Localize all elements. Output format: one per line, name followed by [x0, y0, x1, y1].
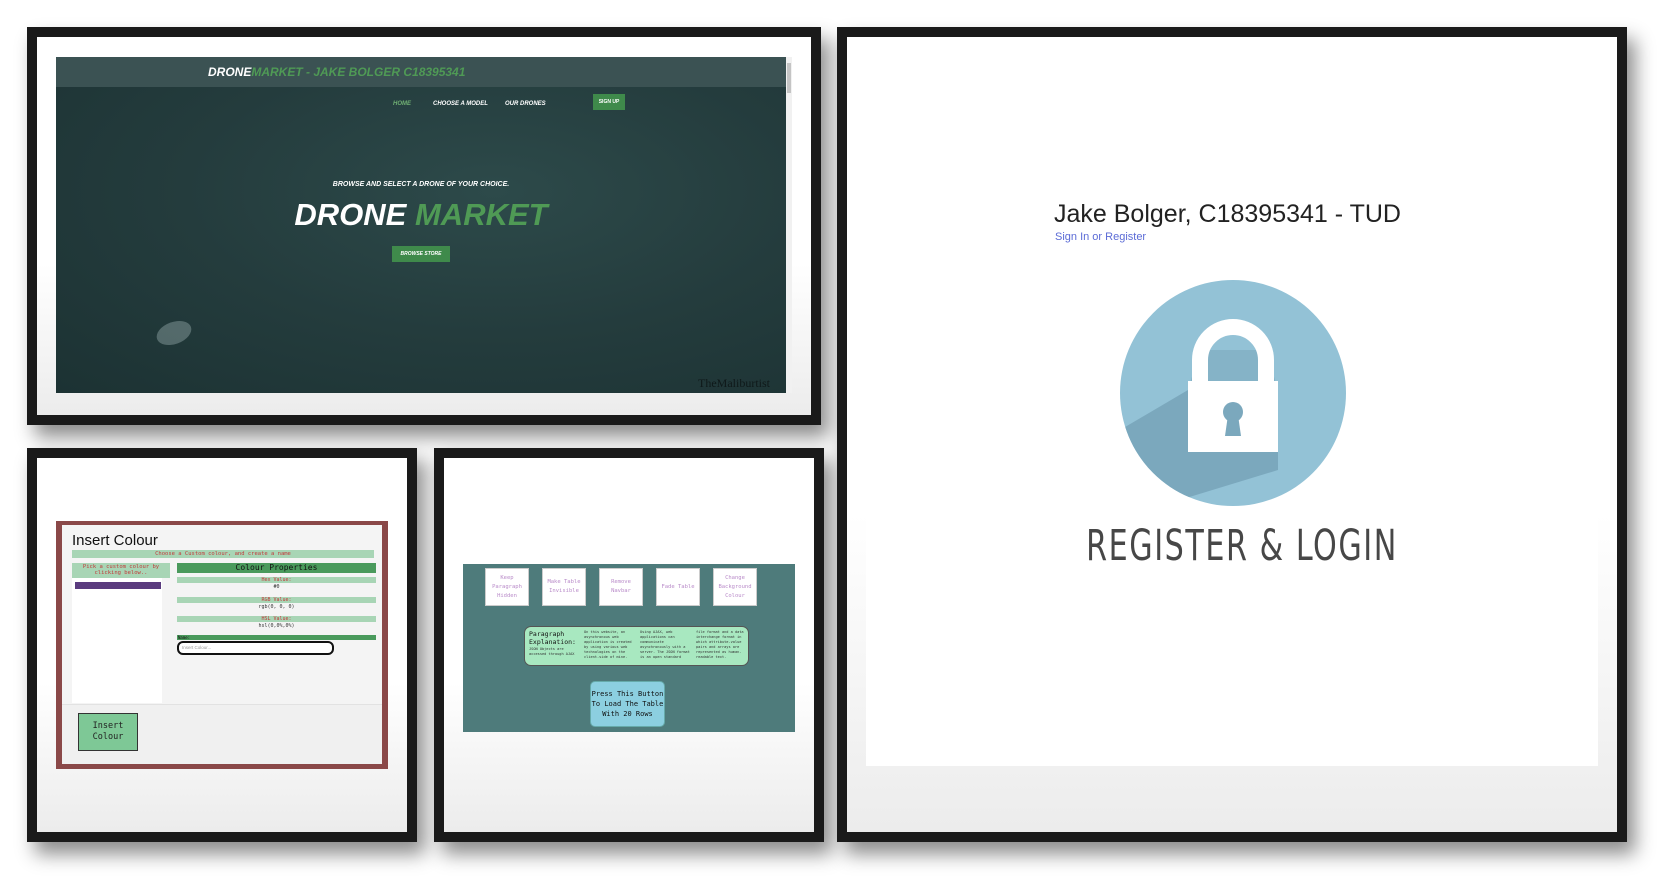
paragraph-col-1: JSON Objects are accessed through AJAX — [529, 647, 575, 656]
insert-colour-form: Insert Colour Choose a Custom colour, an… — [56, 521, 388, 769]
fade-table-button[interactable]: Fade Table — [656, 568, 700, 606]
change-background-colour-button[interactable]: Change Background Colour — [713, 568, 757, 606]
insert-colour-panel: Insert Colour Choose a Custom colour, an… — [62, 525, 382, 764]
scrollbar-thumb[interactable] — [787, 63, 791, 93]
paragraph-col-3: Using AJAX, web applications can communi… — [640, 630, 690, 659]
sign-in-register-link[interactable]: Sign In or Register — [1055, 231, 1146, 243]
load-table-button[interactable]: Press This Button To Load The Table With… — [590, 681, 665, 727]
drone-market-frame: DRONEMARKET - JAKE BOLGER C18395341 HOME… — [27, 27, 821, 425]
page-title: Jake Bolger, C18395341 - TUD — [1054, 200, 1401, 228]
register-login-frame: Jake Bolger, C18395341 - TUD Sign In or … — [837, 27, 1627, 842]
form-footer: Insert Colour — [62, 704, 382, 764]
colour-name-input[interactable]: Insert Colour... — [177, 641, 334, 655]
signup-button[interactable]: SIGN UP — [593, 94, 625, 110]
hero-title-white: DRONE — [294, 197, 407, 232]
pick-colour-instruction: Pick a custom colour by clicking below.. — [72, 563, 170, 578]
table-controls-area: Keep Paragraph Hidden Make Table Invisib… — [463, 564, 795, 732]
keep-paragraph-hidden-button[interactable]: Keep Paragraph Hidden — [485, 568, 529, 606]
insert-colour-button[interactable]: Insert Colour — [78, 713, 138, 751]
paragraph-col-2: On this website, an asynchronous web app… — [584, 630, 632, 659]
colour-picker-column: Pick a custom colour by clicking below.. — [72, 563, 170, 703]
register-login-caption: REGISTER & LOGIN — [1086, 521, 1398, 571]
paragraph-explanation: Paragraph Explanation: JSON Objects are … — [524, 626, 749, 666]
table-controls-frame: Keep Paragraph Hidden Make Table Invisib… — [434, 448, 824, 842]
hex-value: #0 — [273, 584, 280, 590]
browse-store-button[interactable]: BROWSE STORE — [392, 246, 450, 262]
colour-picker-swatch[interactable] — [75, 582, 161, 589]
paragraph-title: Paragraph Explanation: — [529, 630, 576, 646]
brand-green: MARKET - JAKE BOLGER C18395341 — [251, 65, 466, 79]
surfer-image — [153, 316, 195, 350]
make-table-invisible-button[interactable]: Make Table Invisible — [542, 568, 586, 606]
drone-market-screen: DRONEMARKET - JAKE BOLGER C18395341 HOME… — [37, 37, 811, 415]
hero-tagline: BROWSE AND SELECT A DRONE OF YOUR CHOICE… — [332, 181, 510, 188]
nav-home[interactable]: HOME — [393, 101, 411, 107]
brand-white: DRONE — [208, 65, 252, 79]
table-controls-screen: Keep Paragraph Hidden Make Table Invisib… — [444, 458, 814, 832]
colour-properties-header: Colour Properties — [177, 563, 376, 573]
insert-colour-subtitle: Choose a Custom colour, and create a nam… — [72, 550, 374, 558]
nav-our-drones[interactable]: OUR DRONES — [505, 101, 546, 107]
name-label: Name: — [177, 635, 376, 640]
padlock-icon — [1120, 280, 1346, 506]
insert-colour-screen: Insert Colour Choose a Custom colour, an… — [37, 458, 407, 832]
register-login-page: Jake Bolger, C18395341 - TUD Sign In or … — [866, 37, 1598, 766]
hsl-value: hsl(0,0%,0%) — [258, 623, 295, 629]
page-scrollbar[interactable] — [786, 57, 792, 393]
register-login-screen: Jake Bolger, C18395341 - TUD Sign In or … — [847, 37, 1617, 832]
watermark: TheMaliburtist — [698, 376, 770, 390]
rgb-value: rgb(0, 0, 0) — [258, 604, 295, 610]
hero-title-green: MARKET — [414, 197, 548, 232]
brand-logo[interactable]: DRONEMARKET - JAKE BOLGER C18395341 — [208, 65, 465, 79]
remove-navbar-button[interactable]: Remove Navbar — [599, 568, 643, 606]
drone-market-site: DRONEMARKET - JAKE BOLGER C18395341 HOME… — [56, 57, 786, 393]
insert-colour-frame: Insert Colour Choose a Custom colour, an… — [27, 448, 417, 842]
insert-colour-title: Insert Colour — [72, 532, 158, 549]
paragraph-col-4: file format and a data interchange forma… — [696, 630, 744, 659]
hero-title: DRONE MARKET — [56, 197, 786, 233]
nav-choose-model[interactable]: CHOOSE A MODEL — [433, 101, 488, 107]
